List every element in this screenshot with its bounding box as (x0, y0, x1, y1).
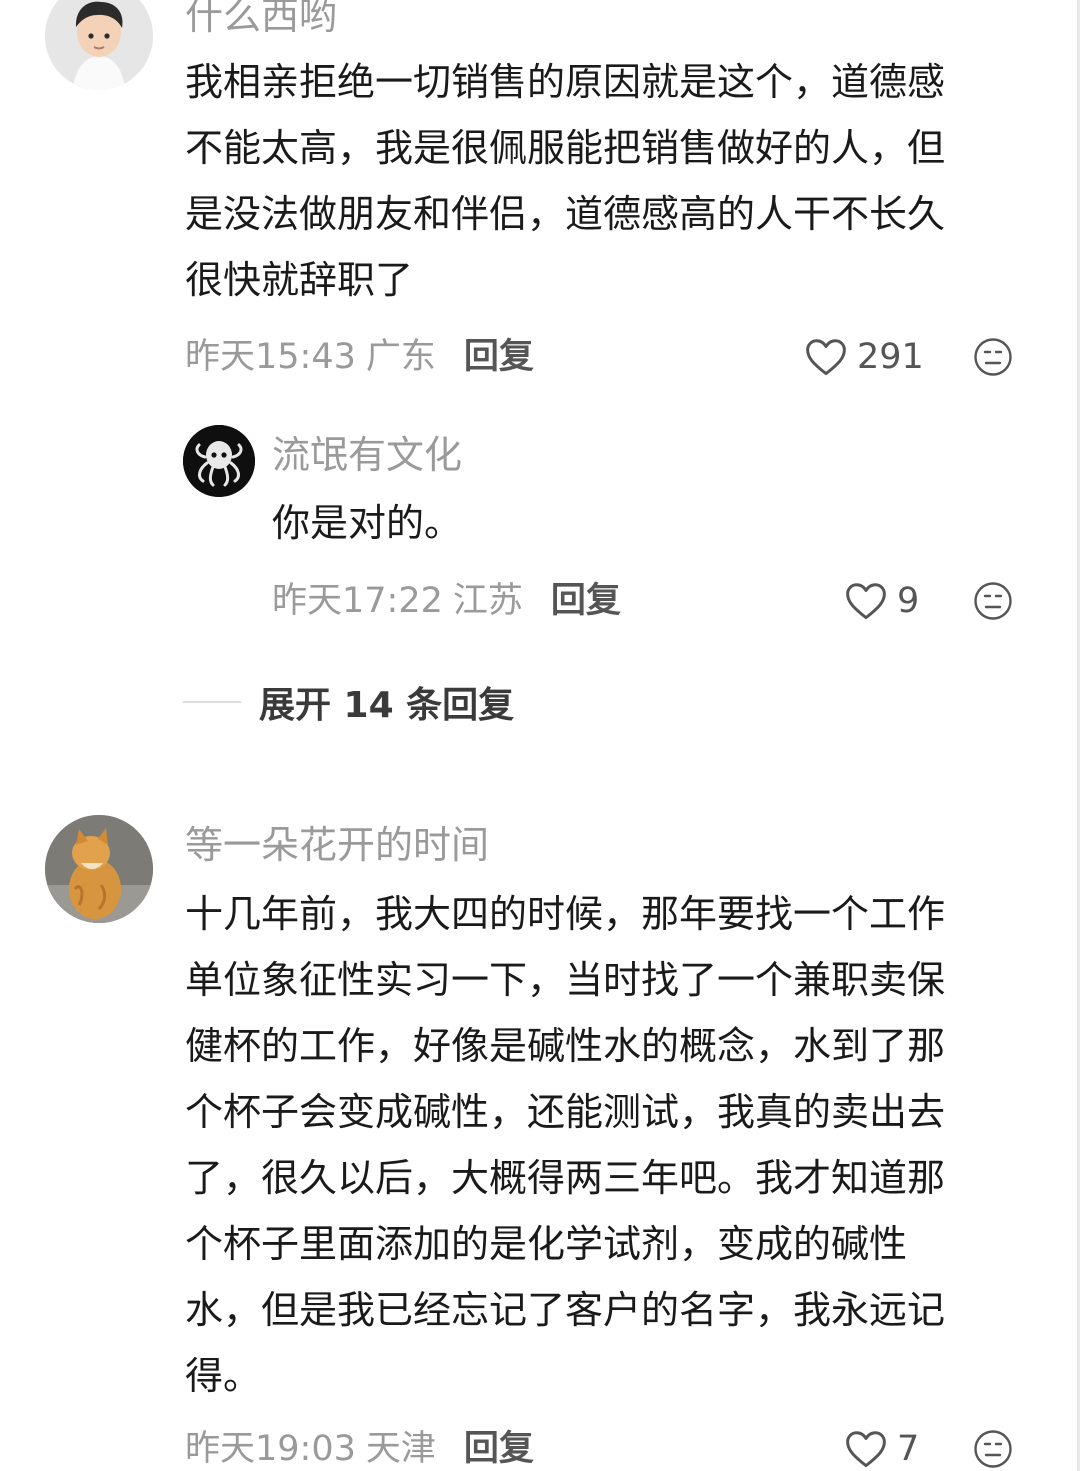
meh-face-icon[interactable] (973, 1429, 1013, 1469)
comment-line: 你是对的。 (272, 501, 463, 545)
comment-line: 个杯子里面添加的是化学试剂，变成的碱性 (185, 1222, 908, 1266)
like-count: 291 (857, 337, 924, 377)
comment-time: 昨天19:03 (185, 1429, 356, 1469)
comment-body: 十几年前，我大四的时候，那年要找一个工作 单位象征性实习一下，当时找了一个兼职卖… (185, 881, 945, 1409)
expand-divider (183, 701, 241, 703)
comment-line: 了，很久以后，大概得两三年吧。我才知道那 (185, 1156, 946, 1200)
meh-face-icon[interactable] (973, 581, 1013, 621)
heart-outline-icon (806, 339, 846, 376)
comment-line: 很快就辞职了 (185, 258, 414, 302)
comment-meta: 昨天15:43 广东 回复 (185, 335, 534, 379)
comment-time: 昨天17:22 (272, 581, 443, 621)
user-avatar[interactable] (45, 815, 153, 923)
meh-face-icon[interactable] (973, 337, 1013, 377)
comment-location: 广东 (365, 337, 436, 377)
reply-button[interactable]: 回复 (464, 335, 534, 379)
comment-username[interactable]: 流氓有文化 (272, 431, 462, 479)
comment-meta: 昨天19:03 天津 回复 (185, 1427, 534, 1471)
reply-button[interactable]: 回复 (464, 1427, 534, 1471)
comment-username[interactable]: 等一朵花开的时间 (185, 821, 489, 869)
comment-location: 江苏 (452, 581, 523, 621)
heart-outline-icon (846, 583, 886, 620)
user-avatar[interactable] (45, 0, 153, 90)
comment-body: 我相亲拒绝一切销售的原因就是这个，道德感 不能太高，我是很佩服能把销售做好的人，… (185, 49, 945, 313)
like-count: 9 (897, 581, 920, 621)
comment-meta: 昨天17:22 江苏 回复 (272, 579, 621, 623)
reply-button[interactable]: 回复 (551, 579, 621, 623)
octopus-avatar-icon (183, 425, 255, 497)
like-button[interactable]: 291 (805, 335, 924, 379)
comment-line: 健杯的工作，好像是碱性水的概念，水到了那 (185, 1024, 946, 1068)
person-avatar-icon (45, 0, 153, 90)
comment-line: 得。 (185, 1354, 262, 1398)
like-count: 7 (897, 1429, 920, 1469)
user-avatar[interactable] (183, 425, 255, 497)
comment-line: 是没法做朋友和伴侣，道德感高的人干不长久 (185, 192, 946, 236)
comment-time: 昨天15:43 (185, 337, 356, 377)
comment-line: 水，但是我已经忘记了客户的名字，我永远记 (185, 1288, 946, 1332)
comment-line: 个杯子会变成碱性，还能测试，我真的卖出去 (185, 1090, 946, 1134)
comment-line: 不能太高，我是很佩服能把销售做好的人，但 (185, 126, 946, 170)
comment-line: 单位象征性实习一下，当时找了一个兼职卖保 (185, 958, 946, 1002)
comment-line: 我相亲拒绝一切销售的原因就是这个，道德感 (185, 60, 946, 104)
comment-line: 十几年前，我大四的时候，那年要找一个工作 (185, 892, 946, 936)
comment-location: 天津 (365, 1429, 436, 1469)
comment-body: 你是对的。 (272, 490, 462, 556)
heart-outline-icon (846, 1431, 886, 1468)
comment-username[interactable]: 什么西哟 (185, 0, 337, 40)
expand-replies-button[interactable]: 展开 14 条回复 (183, 676, 514, 728)
cat-avatar-icon (45, 815, 153, 923)
like-button[interactable]: 9 (845, 579, 919, 623)
expand-replies-label: 展开 14 条回复 (259, 685, 515, 726)
like-button[interactable]: 7 (845, 1427, 919, 1471)
